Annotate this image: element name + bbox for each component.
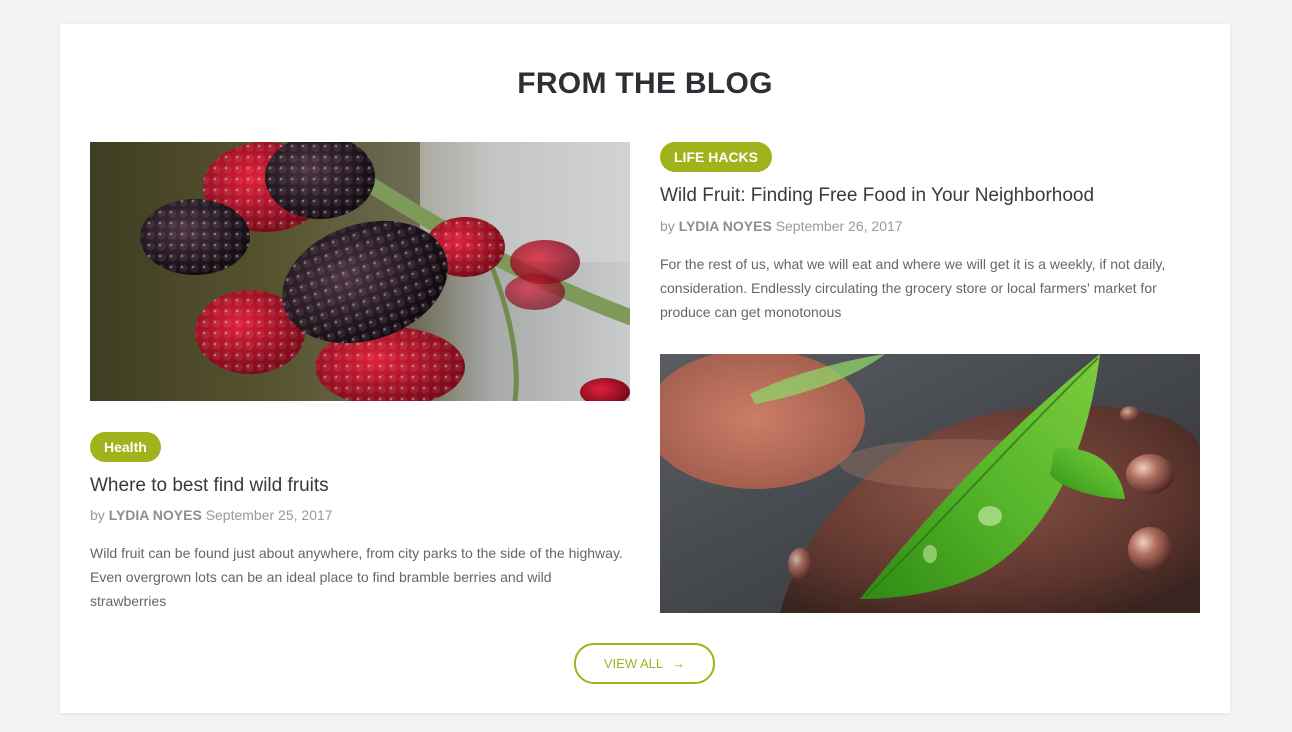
post-2-meta: by LYDIA NOYES September 26, 2017	[660, 218, 903, 234]
post-2-image[interactable]	[660, 354, 1200, 613]
post-1-excerpt: Wild fruit can be found just about anywh…	[90, 545, 623, 609]
post-2-title[interactable]: Wild Fruit: Finding Free Food in Your Ne…	[660, 185, 1094, 207]
arrow-right-icon: →	[672, 656, 686, 671]
post-1-by: by	[90, 507, 105, 523]
post-2-excerpt: For the rest of us, what we will eat and…	[660, 256, 1166, 320]
view-all-button[interactable]: VIEW ALL →	[574, 643, 715, 684]
post-1-image[interactable]	[90, 142, 630, 401]
post-1-meta: by LYDIA NOYES September 25, 2017	[90, 507, 333, 523]
post-2-author[interactable]: LYDIA NOYES	[679, 218, 772, 234]
post-1-author[interactable]: LYDIA NOYES	[109, 507, 202, 523]
view-all-label: VIEW ALL	[603, 656, 664, 671]
post-2-date: September 26, 2017	[775, 218, 903, 234]
section-title: FROM THE BLOG	[517, 67, 773, 100]
post-1-date: September 25, 2017	[205, 507, 333, 523]
blog-section: FROM THE BLOG Health Where to best find …	[60, 24, 1230, 713]
post-2-tag[interactable]: LIFE HACKS	[660, 142, 772, 172]
post-1-title[interactable]: Where to best find wild fruits	[90, 475, 329, 497]
post-2-by: by	[660, 218, 675, 234]
post-1-tag[interactable]: Health	[90, 432, 161, 462]
